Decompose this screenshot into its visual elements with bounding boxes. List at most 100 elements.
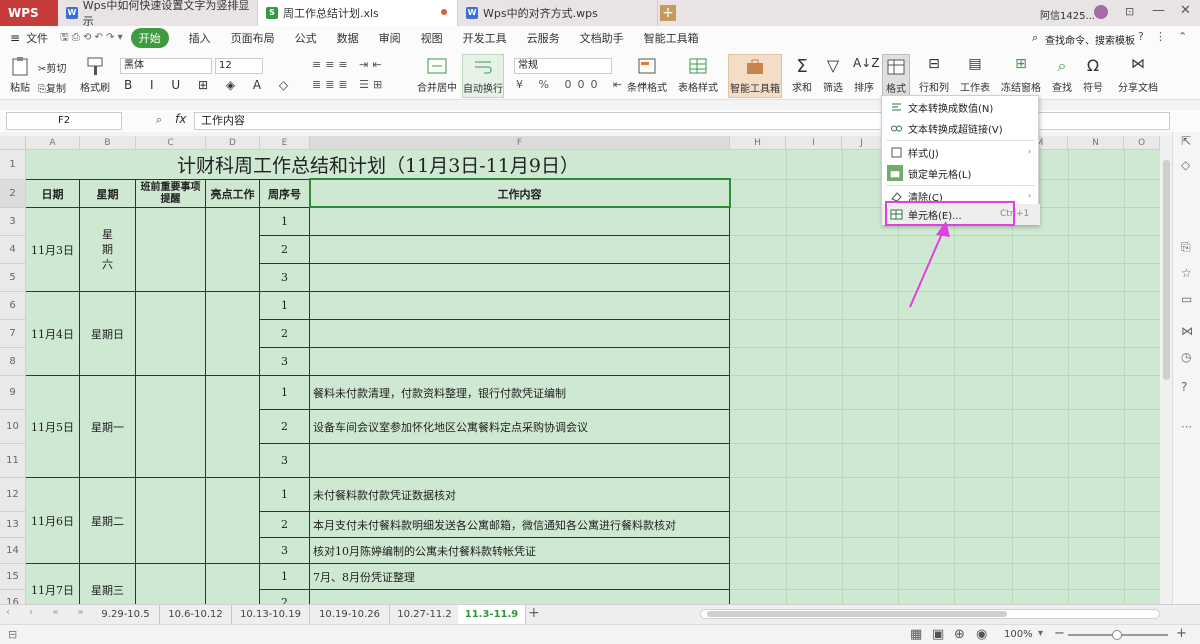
col-header-e[interactable]: E [260, 136, 310, 150]
col-header-f[interactable]: F [310, 136, 730, 150]
content-cell[interactable] [310, 208, 730, 236]
col-header-c[interactable]: C [136, 136, 206, 150]
col-header-n[interactable]: N [1068, 136, 1124, 150]
content-cell[interactable]: 餐料未付款清理，付款资料整理，银行付款凭证编制 [310, 376, 730, 410]
menu-cloud[interactable]: 云服务 [527, 30, 560, 46]
menu-data[interactable]: 数据 [337, 30, 359, 46]
seq-cell[interactable]: 3 [260, 444, 310, 478]
row-header[interactable]: 7 [0, 320, 26, 348]
highlight-cell[interactable] [206, 478, 260, 564]
highlight-cell[interactable] [206, 208, 260, 292]
weekday-cell[interactable]: 星期一 [80, 376, 136, 478]
menu-view[interactable]: 视图 [421, 30, 443, 46]
menu-formula[interactable]: 公式 [295, 30, 317, 46]
seq-cell[interactable]: 1 [260, 292, 310, 320]
row-header[interactable]: 16 [0, 590, 26, 604]
format-button[interactable]: 格式 [882, 54, 910, 98]
seq-cell[interactable]: 2 [260, 512, 310, 538]
sheet-tab[interactable]: 11.3-11.9 [458, 605, 526, 624]
horizontal-scrollbar[interactable] [700, 609, 1160, 619]
weekday-cell[interactable]: 星期三 [80, 564, 136, 604]
row-header[interactable]: 5 [0, 264, 26, 292]
quick-save-icon[interactable]: 🖫 ⎙ ⟲ ↶ ↷ ▾ [60, 30, 123, 47]
name-box[interactable]: F2 [6, 112, 122, 130]
weekday-cell[interactable]: 星期二 [80, 478, 136, 564]
history-icon[interactable]: ◷ [1181, 350, 1191, 364]
format-painter-button[interactable]: 格式刷 [80, 56, 110, 94]
header-reminder[interactable]: 班前重要事项提醒 [136, 180, 206, 208]
sheet-nav-arrows-icon[interactable]: ‹ › « » [6, 607, 92, 618]
row-header[interactable]: 9 [0, 376, 26, 410]
conditional-format-button[interactable]: 条件格式 [622, 56, 672, 94]
weekday-cell[interactable]: 星期日 [80, 292, 136, 376]
sheet-tab[interactable]: 10.6-10.12 [160, 605, 232, 624]
menu-doc-assistant[interactable]: 文档助手 [580, 30, 624, 46]
seq-cell[interactable]: 1 [260, 478, 310, 512]
content-cell[interactable] [310, 444, 730, 478]
col-header-h[interactable]: H [730, 136, 786, 150]
zoom-dropdown-icon[interactable]: ▾ [1038, 628, 1043, 639]
cut-button[interactable]: ✂剪切 [38, 60, 78, 75]
menu-item-lock-cell[interactable]: 锁定单元格(L) [882, 163, 1040, 184]
menu-item-style[interactable]: 样式(J) › [882, 142, 1040, 163]
menu-start[interactable]: 开始 [130, 28, 169, 48]
select-all-corner[interactable] [0, 136, 26, 150]
zoom-in-button[interactable]: + [1176, 626, 1187, 641]
panel-shape-icon[interactable]: ◇ [1181, 158, 1190, 172]
header-highlight[interactable]: 亮点工作 [206, 180, 260, 208]
new-tab-button[interactable]: + [660, 5, 676, 21]
wps-logo[interactable]: WPS [0, 0, 58, 26]
weekday-cell[interactable]: 星期六 [80, 208, 136, 292]
content-cell[interactable]: 未付餐料款付款凭证数据核对 [310, 478, 730, 512]
header-seq[interactable]: 周序号 [260, 180, 310, 208]
row-header[interactable]: 8 [0, 348, 26, 376]
zoom-slider-handle[interactable] [1112, 630, 1122, 640]
header-date[interactable]: 日期 [26, 180, 80, 208]
content-cell[interactable]: 本月支付未付餐料款明细发送各公寓邮箱，微信通知各公寓进行餐料款核对 [310, 512, 730, 538]
minimize-icon[interactable]: — [1152, 3, 1165, 18]
row-header[interactable]: 13 [0, 512, 26, 538]
wrap-text-button[interactable]: 自动换行 [462, 54, 504, 98]
date-cell[interactable]: 11月4日 [26, 292, 80, 376]
copy-button[interactable]: ⎘复制 [38, 80, 78, 95]
hamburger-icon[interactable]: ≡ [10, 31, 20, 45]
content-cell[interactable]: 7月、8月份凭证整理 [310, 564, 730, 590]
content-cell[interactable] [310, 320, 730, 348]
row-header[interactable]: 6 [0, 292, 26, 320]
zoom-level[interactable]: 100% [1004, 629, 1033, 640]
halign-buttons[interactable]: ≣≣≣ ☰⊞ [312, 78, 386, 91]
sheet-tab[interactable]: 10.27-11.2 [390, 605, 460, 624]
macro-icon[interactable]: ⊟ [8, 628, 17, 641]
col-header-o[interactable]: O [1124, 136, 1160, 150]
freeze-panes-button[interactable]: ⊞ 冻结窗格 [998, 56, 1044, 94]
worksheet-button[interactable]: ▤ 工作表 [956, 56, 994, 94]
col-header-d[interactable]: D [206, 136, 260, 150]
row-header[interactable]: 14 [0, 538, 26, 564]
page-break-view-icon[interactable]: ⊕ [954, 627, 965, 642]
menu-item-text-to-number[interactable]: 文本转换成数值(N) [882, 97, 1040, 118]
seq-cell[interactable]: 3 [260, 264, 310, 292]
highlight-cell[interactable] [206, 564, 260, 604]
row-header[interactable]: 11 [0, 444, 26, 478]
content-cell[interactable] [310, 292, 730, 320]
row-header[interactable]: 12 [0, 478, 26, 512]
find-button[interactable]: ⌕ 查找 [1048, 56, 1076, 94]
reminder-cell[interactable] [136, 208, 206, 292]
highlight-cell[interactable] [206, 292, 260, 376]
collapse-ribbon-icon[interactable]: ⌃ [1178, 30, 1187, 43]
normal-view-icon[interactable]: ▦ [910, 627, 922, 642]
panel-share-icon[interactable]: ⋈ [1181, 324, 1193, 338]
row-header[interactable]: 4 [0, 236, 26, 264]
scrollbar-thumb[interactable] [1163, 160, 1170, 380]
seq-cell[interactable]: 3 [260, 348, 310, 376]
highlight-cell[interactable] [206, 376, 260, 478]
number-format-select[interactable]: 常规 [514, 58, 612, 74]
panel-more-icon[interactable]: ⋯ [1181, 420, 1192, 433]
row-header[interactable]: 1 [0, 150, 26, 180]
sheet-tab[interactable]: 10.19-10.26 [310, 605, 390, 624]
row-header[interactable]: 15 [0, 564, 26, 590]
tab-doc-vertical-text[interactable]: W Wps中如何快速设置文字为竖排显示 [58, 0, 258, 28]
eye-protection-icon[interactable]: ◉ [976, 627, 987, 642]
col-header-b[interactable]: B [80, 136, 136, 150]
restore-icon[interactable]: ⊡ [1125, 5, 1134, 18]
